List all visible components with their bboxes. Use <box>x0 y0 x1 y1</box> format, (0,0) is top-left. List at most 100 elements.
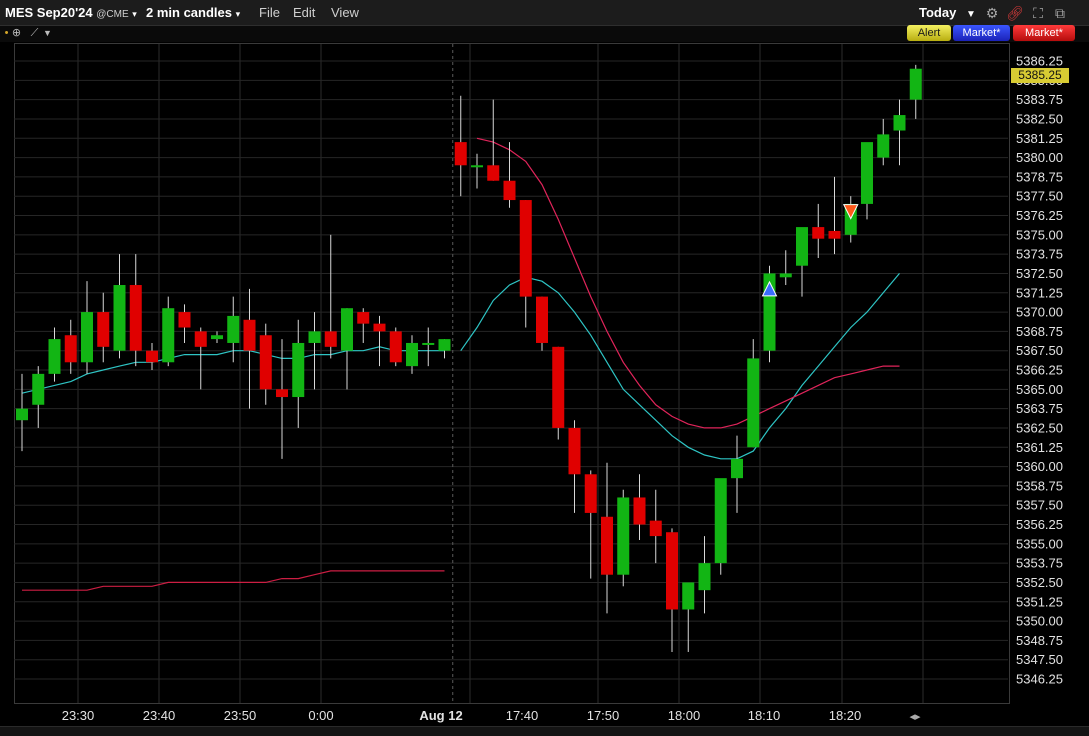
candle-body <box>617 497 630 575</box>
candle-body <box>698 563 711 591</box>
candle-body <box>666 532 678 610</box>
candle-body <box>64 335 77 363</box>
price-axis-label: 5381.25 <box>1016 131 1063 146</box>
candle-body <box>893 115 906 131</box>
candle-body <box>454 142 467 166</box>
candle-body <box>552 346 565 428</box>
price-axis-label: 5383.75 <box>1016 92 1063 107</box>
candle-body <box>877 134 890 158</box>
moving-average-mid-line <box>460 273 900 460</box>
price-axis-label: 5371.25 <box>1016 285 1063 300</box>
candle-body <box>422 342 435 345</box>
candle-body <box>714 478 727 564</box>
moving-average-fast-line <box>476 137 900 429</box>
price-axis-label: 5346.25 <box>1016 672 1063 687</box>
time-axis-label: 18:00 <box>668 708 701 723</box>
candle-body <box>129 285 142 351</box>
time-axis-label: 18:20 <box>829 708 862 723</box>
candle-body <box>601 516 613 575</box>
candle-body <box>113 285 126 351</box>
time-axis-label: 23:40 <box>143 708 176 723</box>
candle-body <box>308 331 321 343</box>
candle-body <box>584 474 597 513</box>
price-axis-label: 5377.50 <box>1016 189 1063 204</box>
time-axis-label: 17:50 <box>587 708 620 723</box>
candle-body <box>32 373 45 405</box>
candle-body <box>276 389 288 398</box>
candle-body <box>373 323 386 332</box>
candle-body <box>227 315 240 343</box>
candle-body <box>438 339 451 351</box>
price-axis-label: 5350.00 <box>1016 614 1063 629</box>
scroll-right-icon[interactable]: ◂▸ <box>909 711 921 723</box>
price-chart[interactable]: 5386.255385.005383.755382.505381.255380.… <box>0 0 1089 726</box>
candle-body <box>503 180 516 201</box>
last-price-tag: 5385.25 <box>1011 68 1069 83</box>
time-axis-label: 0:00 <box>308 708 333 723</box>
price-axis-label: 5352.50 <box>1016 575 1063 590</box>
price-axis-label: 5375.00 <box>1016 227 1063 242</box>
price-axis-label: 5353.75 <box>1016 556 1063 571</box>
candle-body <box>568 427 581 475</box>
price-axis-label: 5376.25 <box>1016 208 1063 223</box>
scroll-strip[interactable] <box>0 726 1089 736</box>
candle-body <box>81 312 93 363</box>
candle-body <box>243 319 256 351</box>
candle-body <box>649 520 662 537</box>
candle-body <box>341 308 353 351</box>
price-axis-label: 5347.50 <box>1016 652 1063 667</box>
price-axis-label: 5370.00 <box>1016 305 1063 320</box>
candle-body <box>861 142 873 204</box>
candle-body <box>211 335 223 340</box>
time-axis-label: 23:50 <box>224 708 257 723</box>
time-axis-label: Aug 12 <box>419 708 462 723</box>
price-axis-label: 5373.75 <box>1016 247 1063 262</box>
moving-average-slow-line <box>22 570 445 591</box>
price-axis-label: 5362.50 <box>1016 420 1063 435</box>
price-axis-label: 5372.50 <box>1016 266 1063 281</box>
candle-body <box>536 296 548 343</box>
time-axis-label: 17:40 <box>506 708 539 723</box>
candle-body <box>406 342 418 367</box>
candle-body <box>633 497 646 525</box>
price-axis-label: 5361.25 <box>1016 440 1063 455</box>
price-axis-label: 5348.75 <box>1016 633 1063 648</box>
candle-body <box>812 227 825 239</box>
candle-body <box>357 312 370 324</box>
price-axis-label: 5357.50 <box>1016 498 1063 513</box>
price-axis-label: 5360.00 <box>1016 459 1063 474</box>
price-axis-label: 5367.50 <box>1016 343 1063 358</box>
candle-body <box>178 312 191 328</box>
candle-body <box>97 312 110 347</box>
candle-body <box>259 335 272 390</box>
candle-body <box>292 342 305 398</box>
candle-body <box>324 331 337 347</box>
price-axis-label: 5358.75 <box>1016 478 1063 493</box>
candle-body <box>519 200 532 297</box>
candle-body <box>747 358 760 448</box>
price-axis-label: 5365.00 <box>1016 382 1063 397</box>
price-axis-label: 5382.50 <box>1016 111 1063 126</box>
price-axis-label: 5368.75 <box>1016 324 1063 339</box>
candle-body <box>146 350 158 363</box>
candle-body <box>194 331 207 347</box>
candle-body <box>796 227 808 266</box>
time-axis-label: 23:30 <box>62 708 95 723</box>
candle-body <box>471 165 483 168</box>
price-axis-label: 5378.75 <box>1016 169 1063 184</box>
candle-body <box>16 408 28 421</box>
price-axis-label: 5363.75 <box>1016 401 1063 416</box>
candle-body <box>779 273 792 278</box>
price-axis-label: 5355.00 <box>1016 536 1063 551</box>
price-axis-label: 5380.00 <box>1016 150 1063 165</box>
price-axis-label: 5386.25 <box>1016 54 1063 69</box>
candle-body <box>48 339 61 374</box>
time-axis-label: 18:10 <box>748 708 781 723</box>
candle-body <box>162 308 175 363</box>
candle-body <box>682 582 695 610</box>
candle-body <box>487 165 500 181</box>
candle-body <box>389 331 402 363</box>
price-axis-label: 5356.25 <box>1016 517 1063 532</box>
candle-body <box>909 68 922 100</box>
candle-body <box>731 458 743 479</box>
